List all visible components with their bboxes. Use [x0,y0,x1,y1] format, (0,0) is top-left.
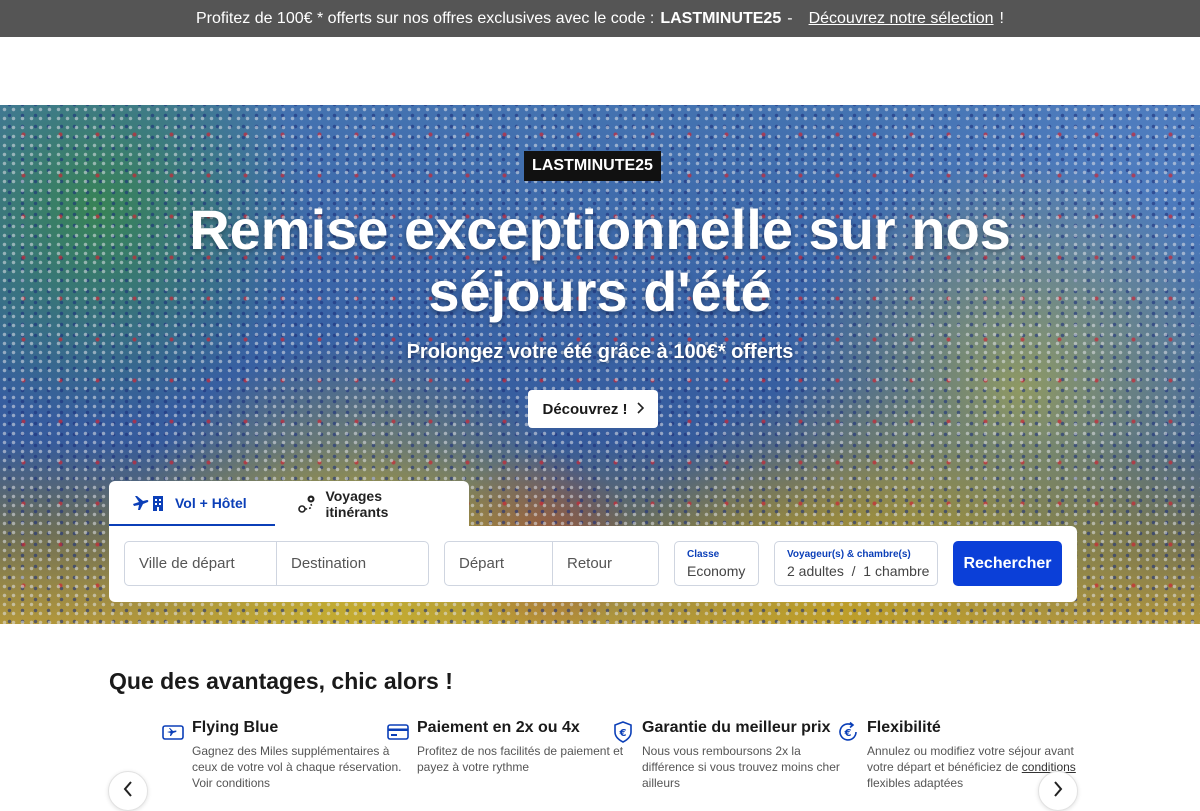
promo-text: Profitez de 100€ * offerts sur nos offre… [196,9,655,27]
travellers-label: Voyageur(s) & chambre(s) [787,548,911,560]
euro-shield-icon: € [612,721,634,743]
carousel-prev-button[interactable] [108,771,148,811]
advantage-title: Garantie du meilleur prix [642,719,831,736]
miles-card-icon [162,721,184,743]
plane-hotel-icon [131,493,167,513]
class-label: Classe [687,548,720,560]
advantage-title: Paiement en 2x ou 4x [417,719,580,736]
advantage-title: Flying Blue [192,719,279,736]
class-field: Classe Economy [675,542,757,585]
euro-refresh-icon: € [837,721,859,743]
hero-title-line2: séjours d'été [428,260,772,323]
travellers-value: 2 adultes / 1 chambre [787,562,930,579]
departure-city-input[interactable]: Ville de départ [125,542,276,585]
departure-date-input[interactable]: Départ [445,542,552,585]
date-fields: Départ Retour [444,541,659,586]
class-select[interactable]: Classe Economy [674,541,759,586]
advantage-text: Gagnez des Miles supplémentaires à ceux … [192,744,402,790]
chevron-left-icon [123,780,133,802]
hero-subtitle: Prolongez votre été grâce à 100€* offert… [406,341,794,363]
travellers-select[interactable]: Voyageur(s) & chambre(s) 2 adultes / 1 c… [774,541,938,586]
search-form: Ville de départ Destination Départ Retou… [109,526,1077,602]
hero-title: Remise exceptionnelle sur nos séjours d'… [100,199,1100,323]
discover-button[interactable]: Découvrez ! [528,390,658,428]
return-date-input[interactable]: Retour [552,542,658,585]
search-tabs: Vol + Hôtel Voyages itinérants [109,481,469,526]
chevron-right-icon [1053,780,1063,802]
advantage-text-end: flexibles adaptées [867,776,964,790]
route-fields: Ville de départ Destination [124,541,429,586]
destination-input[interactable]: Destination [276,542,428,585]
promo-code: LASTMINUTE25 [660,9,782,27]
search-button[interactable]: Rechercher [953,541,1062,586]
discover-button-label: Découvrez ! [542,400,628,418]
tab-flight-hotel-label: Vol + Hôtel [175,494,247,511]
advantages-title: Que des avantages, chic alors ! [109,668,453,694]
advantage-title: Flexibilité [867,719,941,736]
travellers-field: Voyageur(s) & chambre(s) 2 adultes / 1 c… [775,542,941,585]
promo-dash: - [787,9,793,27]
tab-flight-hotel[interactable]: Vol + Hôtel [109,481,276,526]
advantage-text: Profitez de nos facilités de paiement et… [417,744,624,774]
advantage-flying-blue: Flying Blue Gagnez des Miles supplémenta… [162,718,402,791]
promo-exclamation: ! [999,9,1004,27]
svg-text:€: € [844,728,852,739]
promo-banner: Profitez de 100€ * offerts sur nos offre… [0,0,1200,37]
tab-itinerary-trips[interactable]: Voyages itinérants [275,481,469,526]
hero-promo-code: LASTMINUTE25 [524,151,661,181]
site-header [0,37,1200,105]
advantage-best-price: € Garantie du meilleur prix Nous vous re… [614,718,852,791]
promo-link[interactable]: Découvrez notre sélection [809,10,994,28]
advantage-text: Nous vous remboursons 2x la différence s… [642,744,840,790]
advantage-payment: Paiement en 2x ou 4x Profitez de nos fac… [387,718,627,775]
chevron-right-icon [636,401,644,417]
carousel-next-button[interactable] [1038,771,1078,811]
hero-title-line1: Remise exceptionnelle sur nos [189,198,1011,261]
route-icon [297,494,317,514]
credit-card-icon [387,721,409,743]
svg-text:€: € [619,728,627,739]
tab-itinerary-trips-label: Voyages itinérants [325,487,389,520]
class-value: Economy [687,562,746,579]
